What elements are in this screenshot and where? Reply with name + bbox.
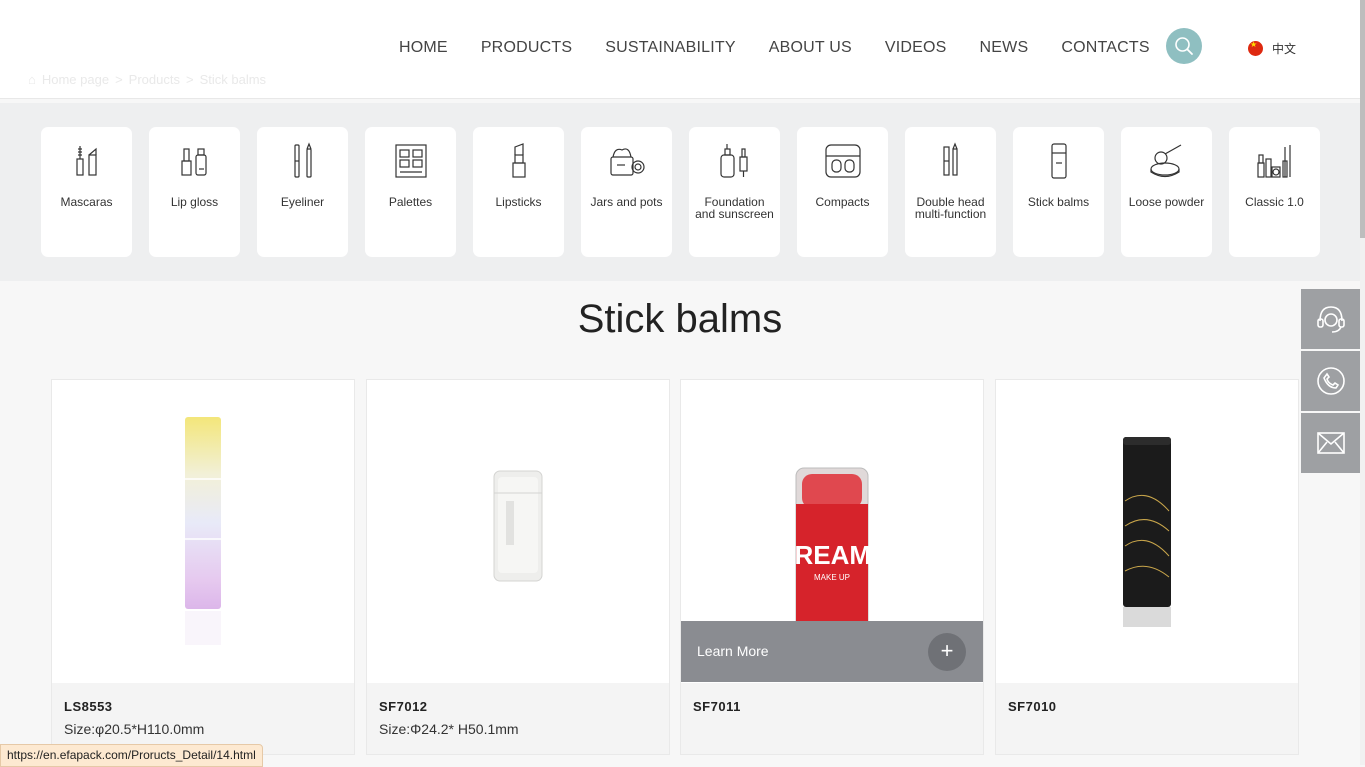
home-icon: ⌂ <box>28 72 36 87</box>
phone-icon <box>1316 367 1345 395</box>
category-label: Lipsticks <box>495 195 542 209</box>
category-label: Stick balms <box>1027 195 1090 209</box>
category-jars-and-pots[interactable]: Jars and pots <box>581 127 672 257</box>
status-bar-url: https://en.efapack.com/Proructs_Detail/1… <box>0 744 263 767</box>
product-code: LS8553 <box>64 699 113 714</box>
category-label: Jars and pots <box>590 195 663 209</box>
nav-about-us[interactable]: ABOUT US <box>769 38 852 58</box>
product-print: CREAMY <box>792 540 872 570</box>
language-label: 中文 <box>1272 42 1297 56</box>
product-image <box>52 380 354 682</box>
product-card-sf7011[interactable]: CREAMY MAKE UP Learn More + SF7011 <box>680 379 984 755</box>
product-image <box>367 380 669 682</box>
product-code: SF7010 <box>1008 699 1057 714</box>
breadcrumb-current: Stick balms <box>199 72 267 87</box>
breadcrumb-separator: > <box>185 72 194 87</box>
category-loose-powder[interactable]: Loose powder <box>1121 127 1212 257</box>
lipstick-icon <box>511 143 526 178</box>
category-lip-gloss[interactable]: Lip gloss <box>149 127 240 257</box>
category-palettes[interactable]: Palettes <box>365 127 456 257</box>
nav-home[interactable]: HOME <box>399 38 448 58</box>
customer-service-icon <box>1316 306 1345 333</box>
category-eyeliner[interactable]: Eyeliner <box>257 127 348 257</box>
nav-videos[interactable]: VIDEOS <box>885 38 947 58</box>
category-label: Foundation and sunscreen <box>695 195 774 221</box>
product-info: SF7011 <box>681 683 983 754</box>
breadcrumb-home[interactable]: Home page <box>42 72 109 87</box>
china-flag-icon <box>1248 41 1263 56</box>
category-double-head[interactable]: Double head multi-function <box>905 127 996 257</box>
search-icon <box>1175 37 1193 55</box>
eyeliner-icon <box>293 142 312 178</box>
category-foundation-and-sunscreen[interactable]: Foundation and sunscreen <box>689 127 780 257</box>
product-code: SF7012 <box>379 699 428 714</box>
category-lipsticks[interactable]: Lipsticks <box>473 127 564 257</box>
nav-products[interactable]: PRODUCTS <box>481 38 572 58</box>
learn-more-overlay[interactable]: Learn More + <box>681 621 983 682</box>
category-stick-balms[interactable]: Stick balms <box>1013 127 1104 257</box>
category-label: Double head multi-function <box>914 195 987 221</box>
product-subprint: MAKE UP <box>814 573 850 582</box>
product-card-sf7010[interactable]: SF7010 <box>995 379 1299 755</box>
category-label: Loose powder <box>1128 195 1205 209</box>
product-code: SF7011 <box>693 699 741 714</box>
category-mascaras[interactable]: Mascaras <box>41 127 132 257</box>
category-label: Palettes <box>388 195 433 209</box>
mail-icon <box>1316 432 1345 454</box>
mail-button[interactable] <box>1301 413 1360 473</box>
product-info: SF7010 <box>996 683 1298 754</box>
product-size: Size:Φ24.2* H50.1mm <box>379 721 519 737</box>
breadcrumb-products[interactable]: Products <box>129 72 180 87</box>
double-head-icon <box>942 142 958 176</box>
product-size: Size:φ20.5*H110.0mm <box>64 721 205 737</box>
category-label: Classic 1.0 <box>1245 195 1304 209</box>
customer-service-button[interactable] <box>1301 289 1360 349</box>
foundation-bottle-icon <box>719 144 748 178</box>
breadcrumb-separator: > <box>115 72 123 87</box>
nav-news[interactable]: NEWS <box>980 38 1029 58</box>
category-classic[interactable]: Classic 1.0 <box>1229 127 1320 257</box>
category-label: Lip gloss <box>170 195 219 209</box>
jar-icon <box>609 148 645 176</box>
breadcrumb: ⌂ Home page > Products > Stick balms <box>28 72 266 87</box>
phone-button[interactable] <box>1301 351 1360 411</box>
compact-icon <box>824 144 861 178</box>
main-nav: HOME PRODUCTS SUSTAINABILITY ABOUT US VI… <box>399 38 1183 58</box>
product-info: SF7012 Size:Φ24.2* H50.1mm <box>367 683 669 754</box>
language-switch[interactable]: 中文 <box>1248 40 1296 57</box>
classic-set-icon <box>1256 145 1291 178</box>
mascara-icon <box>75 146 97 176</box>
palette-icon <box>394 144 427 178</box>
product-card-sf7012[interactable]: SF7012 Size:Φ24.2* H50.1mm <box>366 379 670 755</box>
plus-icon[interactable]: + <box>928 633 966 671</box>
page-title: Stick balms <box>577 297 783 341</box>
category-label: Compacts <box>815 195 870 209</box>
learn-more-label: Learn More <box>697 643 769 659</box>
product-card-ls8553[interactable]: LS8553 Size:φ20.5*H110.0mm <box>51 379 355 755</box>
search-button[interactable] <box>1166 28 1202 64</box>
category-compacts[interactable]: Compacts <box>797 127 888 257</box>
site-header: HOME PRODUCTS SUSTAINABILITY ABOUT US VI… <box>0 0 1360 99</box>
stick-balm-icon <box>1050 143 1067 179</box>
category-label: Mascaras <box>60 195 113 209</box>
lip-gloss-icon <box>180 148 207 176</box>
nav-contacts[interactable]: CONTACTS <box>1061 38 1149 58</box>
category-label: Eyeliner <box>280 195 325 209</box>
loose-powder-icon <box>1149 144 1181 178</box>
scrollbar-thumb[interactable] <box>1360 0 1365 238</box>
product-image <box>996 380 1298 682</box>
nav-sustainability[interactable]: SUSTAINABILITY <box>605 38 736 58</box>
